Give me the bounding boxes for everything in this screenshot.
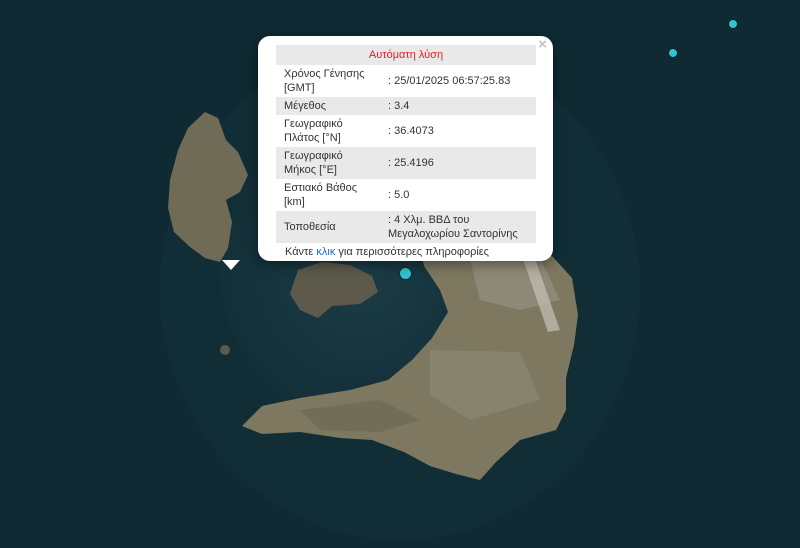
more-info-link[interactable]: κλικ [316, 246, 335, 258]
origin-time-value: : 25/01/2025 06:57:25.83 [388, 75, 511, 87]
table-row: Μέγεθος : 3.4 [276, 97, 536, 115]
longitude-label: Γεωγραφικό Μήκος [°E] [276, 147, 380, 179]
popup-title: Αυτόματη λύση [276, 45, 536, 65]
table-row: Εστιακό Βάθος [km] : 5.0 [276, 179, 536, 211]
table-row: Γεωγραφικό Πλάτος [°N] : 36.4073 [276, 115, 536, 147]
depth-value: : 5.0 [388, 189, 410, 201]
magnitude-label: Μέγεθος [276, 97, 380, 115]
magnitude-value: : 3.4 [380, 97, 536, 115]
earthquake-marker-2[interactable] [729, 20, 737, 28]
table-row: Γεωγραφικό Μήκος [°E] : 25.4196 [276, 147, 536, 179]
location-value: : 4 Χλμ. ΒΒΔ του Μεγαλοχωρίου Σαντορίνης [380, 211, 536, 243]
latitude-label: Γεωγραφικό Πλάτος [°N] [284, 118, 343, 144]
depth-label: Εστιακό Βάθος [km] [284, 182, 358, 208]
footer-prefix: Κάντε [285, 246, 317, 258]
earthquake-info-popup: × Αυτόματη λύση Χρόνος Γένησης [GMT] : 2… [258, 36, 553, 261]
table-row: Χρόνος Γένησης [GMT] : 25/01/2025 06:57:… [276, 65, 536, 97]
earthquake-details-table: Αυτόματη λύση Χρόνος Γένησης [GMT] : 25/… [276, 45, 536, 243]
origin-time-label: Χρόνος Γένησης [GMT] [284, 68, 365, 94]
more-info-text: Κάντε κλικ για περισσότερες πληροφορίες [276, 246, 535, 258]
latitude-value: : 36.4073 [388, 125, 434, 137]
close-icon[interactable]: × [538, 37, 547, 53]
popup-pointer [222, 260, 240, 270]
selected-earthquake-marker[interactable] [400, 268, 411, 279]
longitude-value: : 25.4196 [380, 147, 536, 179]
earthquake-marker-3[interactable] [669, 49, 677, 57]
footer-suffix: για περισσότερες πληροφορίες [335, 246, 489, 258]
location-label: Τοποθεσία [276, 211, 380, 243]
table-row: Τοποθεσία : 4 Χλμ. ΒΒΔ του Μεγαλοχωρίου … [276, 211, 536, 243]
